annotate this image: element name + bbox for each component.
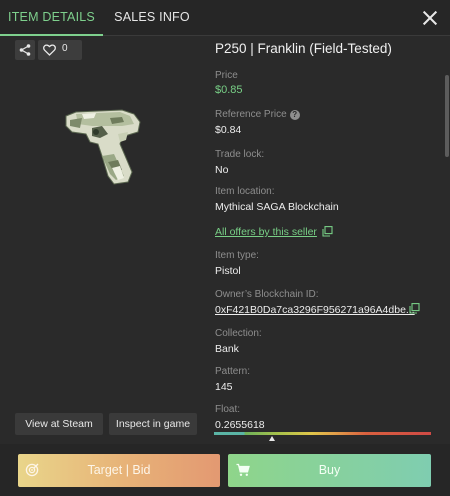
heart-icon [43,44,56,56]
target-bid-label: Target | Bid [87,463,151,477]
inspect-in-game-button[interactable]: Inspect in game [109,413,197,435]
action-footer: Target | Bid Buy [0,444,450,496]
favorite-count: 0 [62,43,68,54]
seller-offers-link[interactable]: All offers by this seller [215,226,317,238]
tab-sales-info[interactable]: SALES INFO [108,0,196,36]
item-type-label: Item type: [215,250,259,261]
reference-price-value: $0.84 [215,124,242,136]
item-preview-panel: 0 View at Steam Inspect in game [0,36,207,436]
float-wear-bar [214,432,431,435]
float-label: Float: [215,404,241,415]
float-value: 0.2655618 [215,419,265,431]
close-icon[interactable] [420,8,440,28]
share-icon [19,44,31,56]
target-bid-button[interactable]: Target | Bid [18,454,220,487]
help-icon[interactable]: ? [289,110,300,120]
reference-price-label: Reference Price [215,109,287,120]
view-at-steam-button[interactable]: View at Steam [15,413,103,435]
price-value: $0.85 [215,84,243,96]
item-image [65,109,141,185]
pattern-value: 145 [215,381,233,393]
trade-lock-value: No [215,164,229,176]
owner-blockchain-id-label: Owner’s Blockchain ID: [215,289,319,300]
copy-icon[interactable] [409,303,420,314]
item-title: P250 | Franklin (Field-Tested) [215,41,392,56]
owner-blockchain-id-value[interactable]: 0xF421B0Da7ca3296F956271a96A4dbe... [215,304,415,316]
buy-label: Buy [318,463,341,477]
copy-icon[interactable] [322,226,333,237]
pattern-label: Pattern: [215,366,251,377]
favorite-button[interactable]: 0 [38,40,82,60]
collection-value: Bank [215,343,239,355]
float-marker [269,436,275,441]
item-location-label: Item location: [215,186,275,197]
reference-price-label-row: Reference Price? [215,109,300,120]
buy-button[interactable]: Buy [228,454,431,487]
scrollbar-thumb[interactable] [445,75,449,157]
collection-label: Collection: [215,328,262,339]
item-type-value: Pistol [215,265,241,277]
trade-lock-label: Trade lock: [215,149,265,160]
share-button[interactable] [15,40,35,60]
tab-bar: ITEM DETAILS SALES INFO [0,0,450,36]
price-label: Price [215,70,238,81]
item-details-panel: P250 | Franklin (Field-Tested) Price $0.… [207,36,443,436]
tab-item-details[interactable]: ITEM DETAILS [0,0,103,36]
item-location-value: Mythical SAGA Blockchain [215,201,339,213]
